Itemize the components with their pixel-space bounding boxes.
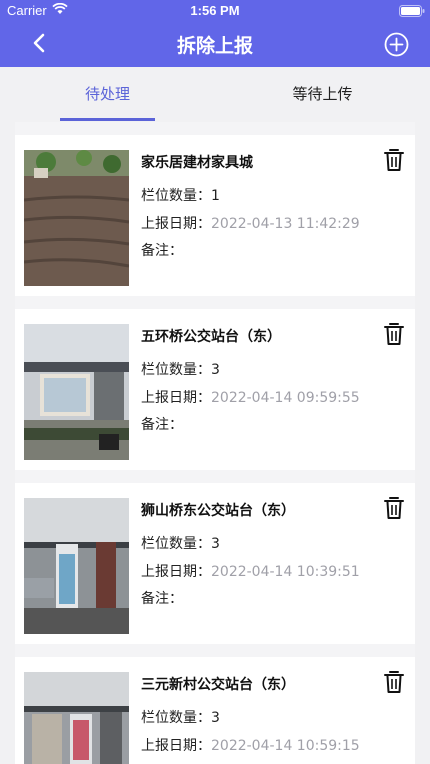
card-spacer [15,296,415,309]
date-row: 上报日期：2022-04-13 11:42:29 [141,213,360,233]
count-label: 栏位数量： [141,710,211,726]
tab-bar: 待处理 等待上传 [0,67,430,121]
list-item[interactable]: 三元新村公交站台（东） 栏位数量：3 上报日期：2022-04-14 10:59… [15,644,415,764]
date-value: 2022-04-13 11:42:29 [211,216,360,232]
site-photo[interactable] [24,150,129,286]
date-value: 2022-04-14 10:39:51 [211,564,360,580]
count-value: 3 [211,710,220,726]
clock: 1:56 PM [190,3,240,18]
note-label: 备注： [141,591,183,607]
date-label: 上报日期： [141,738,211,754]
active-tab-indicator [60,118,155,121]
page-title: 拆除上报 [176,35,253,57]
count-row: 栏位数量：3 [141,533,220,553]
trash-icon[interactable] [384,148,404,172]
count-value: 3 [211,362,220,378]
item-title: 三元新村公交站台（东） [141,677,295,693]
count-label: 栏位数量： [141,536,211,552]
count-row: 栏位数量：1 [141,185,220,205]
plus-circle-icon[interactable] [384,32,409,57]
date-value: 2022-04-14 10:59:15 [211,738,360,754]
date-label: 上报日期： [141,390,211,406]
site-photo[interactable] [24,498,129,634]
note-label: 备注： [141,243,183,259]
trash-icon[interactable] [384,670,404,694]
battery-icon [399,5,425,17]
date-label: 上报日期： [141,216,211,232]
date-row: 上报日期：2022-04-14 09:59:55 [141,387,360,407]
trash-icon[interactable] [384,322,404,346]
site-photo[interactable] [24,324,129,460]
site-photo[interactable] [24,672,129,764]
item-title: 狮山桥东公交站台（东） [141,503,295,519]
count-value: 1 [211,188,220,204]
tab-awaiting-upload[interactable]: 等待上传 [270,67,375,121]
item-title: 五环桥公交站台（东） [141,329,281,345]
note-row: 备注： [141,240,183,260]
count-value: 3 [211,536,220,552]
trash-icon[interactable] [384,496,404,520]
note-row: 备注： [141,588,183,608]
count-row: 栏位数量：3 [141,707,220,727]
tab-pending[interactable]: 待处理 [55,67,160,121]
date-row: 上报日期：2022-04-14 10:59:15 [141,735,360,755]
list-item[interactable]: 家乐居建材家具城 栏位数量：1 上报日期：2022-04-13 11:42:29… [15,122,415,296]
status-bar: Carrier 1:56 PM [0,0,430,22]
note-row: 备注： [141,414,183,434]
item-title: 家乐居建材家具城 [141,155,253,171]
list-item[interactable]: 狮山桥东公交站台（东） 栏位数量：3 上报日期：2022-04-14 10:39… [15,470,415,644]
count-row: 栏位数量：3 [141,359,220,379]
note-label: 备注： [141,417,183,433]
list-item[interactable]: 五环桥公交站台（东） 栏位数量：3 上报日期：2022-04-14 09:59:… [15,296,415,470]
nav-header: Carrier 1:56 PM 拆除上报 [0,0,430,67]
card-spacer [15,470,415,483]
card-spacer [15,644,415,657]
card-spacer [15,122,415,135]
date-row: 上报日期：2022-04-14 10:39:51 [141,561,360,581]
count-label: 栏位数量： [141,188,211,204]
date-label: 上报日期： [141,564,211,580]
date-value: 2022-04-14 09:59:55 [211,390,360,406]
count-label: 栏位数量： [141,362,211,378]
